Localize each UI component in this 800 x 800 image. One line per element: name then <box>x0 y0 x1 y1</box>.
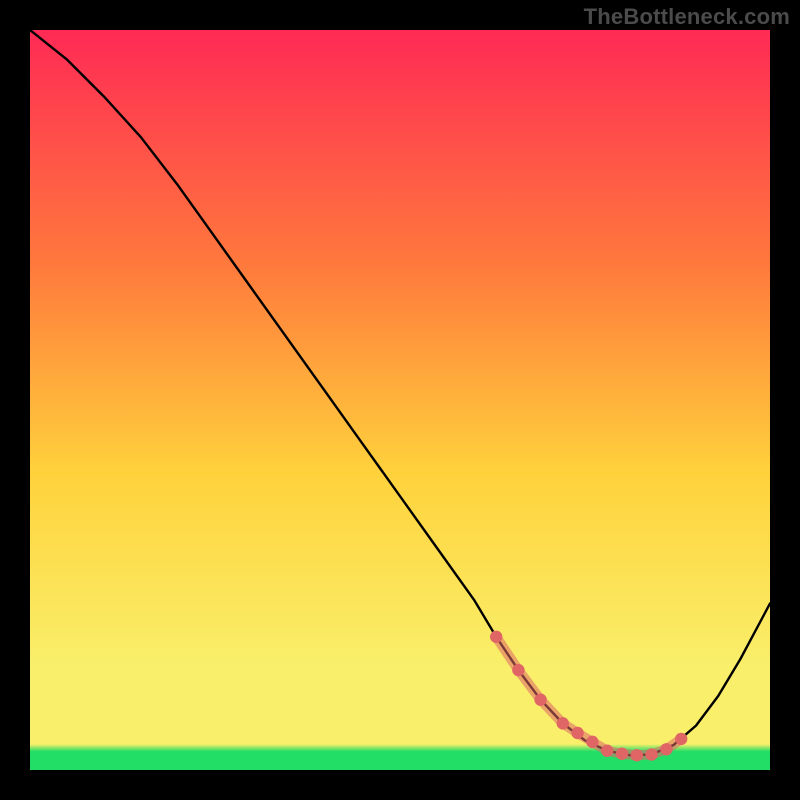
optimal-marker <box>675 733 687 745</box>
optimal-marker <box>631 749 643 761</box>
optimal-marker <box>571 727 583 739</box>
optimal-marker <box>490 631 502 643</box>
gradient-background <box>30 30 770 770</box>
optimal-marker <box>512 664 524 676</box>
plot-area <box>30 30 770 770</box>
optimal-marker <box>660 743 672 755</box>
optimal-marker <box>586 736 598 748</box>
optimal-marker <box>601 745 613 757</box>
optimal-marker <box>645 748 657 760</box>
optimal-marker <box>534 694 546 706</box>
chart-svg <box>30 30 770 770</box>
optimal-marker <box>616 748 628 760</box>
optimal-marker <box>557 717 569 729</box>
chart-frame: TheBottleneck.com <box>0 0 800 800</box>
watermark-text: TheBottleneck.com <box>584 4 790 30</box>
